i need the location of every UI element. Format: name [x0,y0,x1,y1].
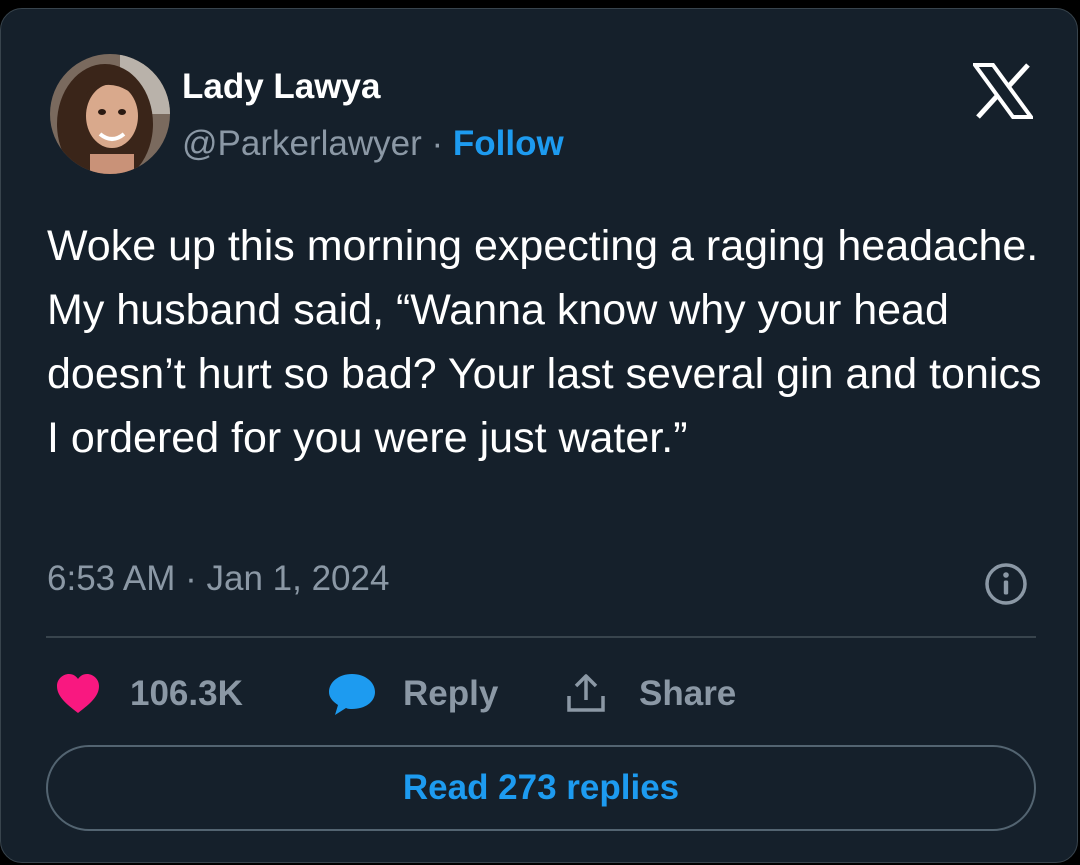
share-button[interactable]: Share [564,669,736,719]
tweet-timestamp[interactable]: 6:53 AM · Jan 1, 2024 [47,559,389,599]
author-handle-row: @Parkerlawyer · Follow [182,124,564,164]
x-logo-icon[interactable] [971,63,1035,119]
profile-photo [50,54,170,174]
handle-separator: · [431,124,444,163]
like-button[interactable]: 106.3K [55,669,243,719]
reply-button[interactable]: Reply [327,669,498,719]
speech-bubble-icon [329,674,375,715]
info-icon[interactable] [984,562,1028,606]
author-handle[interactable]: @Parkerlawyer [182,124,422,163]
share-label: Share [639,674,737,713]
reply-label: Reply [403,674,499,713]
heart-icon [57,674,99,713]
read-replies-button[interactable]: Read 273 replies [46,745,1036,831]
tweet-card: Lady Lawya @Parkerlawyer · Follow Woke u… [0,8,1078,863]
author-display-name[interactable]: Lady Lawya [182,67,380,107]
tweet-text: Woke up this morning expecting a raging … [47,222,1042,462]
follow-button[interactable]: Follow [453,124,564,163]
likes-count: 106.3K [130,674,243,713]
author-avatar[interactable] [50,54,170,174]
share-upload-icon [567,674,605,712]
divider [46,636,1036,638]
read-replies-label: Read 273 replies [402,768,680,807]
